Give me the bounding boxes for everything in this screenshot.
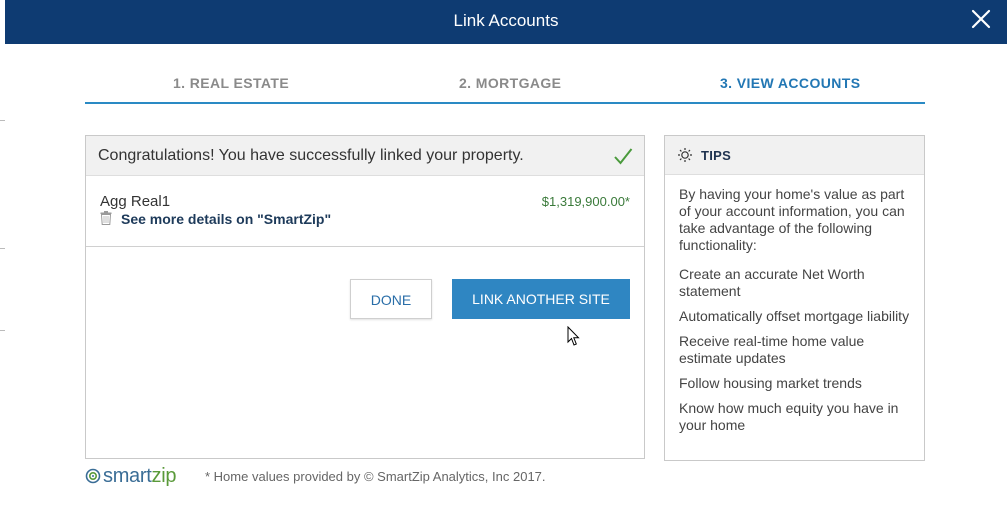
logo-smart-text: smart: [103, 464, 152, 487]
checkmark-icon: [612, 145, 634, 167]
background-page-edge-right: [1002, 44, 1007, 518]
tip-item: Follow housing market trends: [679, 375, 862, 391]
tip-item: Create an accurate Net Worth statement: [679, 266, 865, 299]
close-icon[interactable]: [969, 7, 993, 31]
trash-icon[interactable]: [100, 211, 112, 225]
account-row: Agg Real1 $1,319,900.00* See more detail…: [86, 176, 644, 247]
modal-header: Link Accounts: [5, 0, 1007, 44]
linked-accounts-panel: Congratulations! You have successfully l…: [85, 135, 645, 459]
tips-title: TIPS: [701, 148, 732, 163]
logo-zip-text: zip: [151, 464, 177, 487]
success-banner: Congratulations! You have successfully l…: [86, 136, 644, 176]
link-accounts-modal: Link Accounts 1. REAL ESTATE 2. MORTGAGE…: [5, 0, 1007, 518]
modal-title: Link Accounts: [453, 11, 559, 30]
step-real-estate[interactable]: 1. REAL ESTATE: [173, 75, 289, 91]
step-view-accounts[interactable]: 3. VIEW ACCOUNTS: [720, 75, 860, 91]
tip-item: Automatically offset mortgage liability: [679, 308, 910, 324]
done-button[interactable]: DONE: [350, 279, 432, 319]
wizard-steps: 1. REAL ESTATE 2. MORTGAGE 3. VIEW ACCOU…: [85, 64, 925, 104]
see-more-details-link[interactable]: See more details on "SmartZip": [121, 211, 331, 227]
step-mortgage[interactable]: 2. MORTGAGE: [459, 75, 561, 91]
modal-footer: smartzip * Home values provided by © Sma…: [85, 463, 645, 489]
tip-item: Receive real-time home value estimate up…: [679, 333, 865, 366]
lightbulb-icon: [677, 147, 693, 163]
account-value: $1,319,900.00*: [541, 194, 630, 209]
tips-panel: TIPS By having your home's value as part…: [664, 135, 925, 461]
tips-header: TIPS: [665, 136, 924, 175]
link-another-site-button[interactable]: LINK ANOTHER SITE: [452, 279, 630, 319]
tips-intro: By having your home's value as part of y…: [679, 186, 905, 253]
tips-body: By having your home's value as part of y…: [665, 175, 924, 434]
success-message: Congratulations! You have successfully l…: [98, 147, 524, 164]
smartzip-logo-icon: [85, 468, 101, 484]
home-values-disclaimer: * Home values provided by © SmartZip Ana…: [205, 469, 546, 484]
smartzip-logo: smartzip: [85, 465, 176, 487]
account-name: Agg Real1: [100, 193, 171, 210]
tip-item: Know how much equity you have in your ho…: [679, 400, 899, 433]
